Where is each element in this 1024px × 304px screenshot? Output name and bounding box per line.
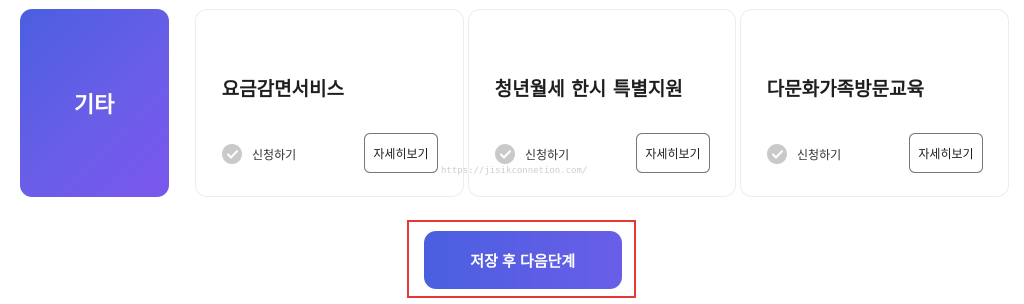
- detail-button[interactable]: 자세히보기: [364, 133, 438, 173]
- service-title: 다문화가족방문교육: [767, 78, 925, 100]
- category-tile[interactable]: 기타: [20, 9, 169, 197]
- check-circle-icon[interactable]: [222, 144, 242, 164]
- save-and-next-button[interactable]: 저장 후 다음단계: [424, 231, 622, 289]
- apply-label: 신청하기: [525, 147, 570, 162]
- detail-button[interactable]: 자세히보기: [909, 133, 983, 173]
- detail-button[interactable]: 자세히보기: [636, 133, 710, 173]
- service-card-fee-reduction: 요금감면서비스 신청하기 자세히보기: [195, 9, 464, 197]
- category-label: 기타: [74, 93, 115, 118]
- apply-label: 신청하기: [797, 147, 842, 162]
- apply-label: 신청하기: [252, 147, 297, 162]
- apply-option[interactable]: 신청하기: [222, 143, 296, 165]
- service-title: 청년월세 한시 특별지원: [495, 78, 684, 100]
- page: 기타 요금감면서비스 신청하기 자세히보기 청년월세 한시 특별지원 신청하기 …: [0, 0, 1024, 304]
- apply-option[interactable]: 신청하기: [767, 143, 841, 165]
- check-circle-icon[interactable]: [767, 144, 787, 164]
- service-card-multicultural-education: 다문화가족방문교육 신청하기 자세히보기: [740, 9, 1009, 197]
- service-title: 요금감면서비스: [222, 78, 345, 100]
- apply-option[interactable]: 신청하기: [495, 143, 569, 165]
- check-circle-icon[interactable]: [495, 144, 515, 164]
- watermark: https://jisikconnetion.com/: [441, 166, 588, 176]
